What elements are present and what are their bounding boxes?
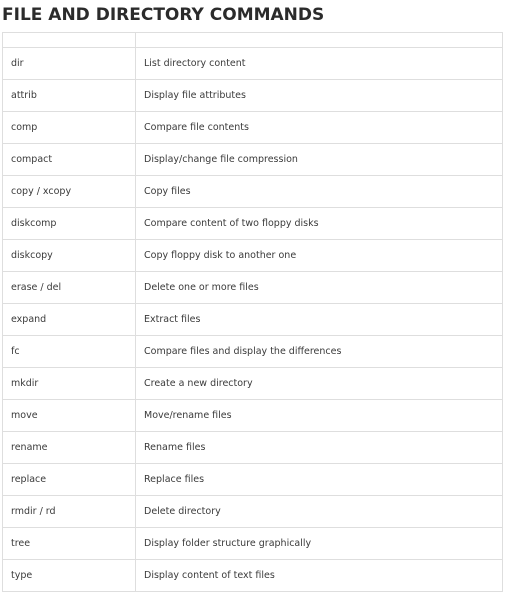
table-row: mkdir Create a new directory [2, 367, 503, 400]
table-row: rename Rename files [2, 431, 503, 464]
command-cell: erase / del [2, 271, 136, 304]
command-cell: attrib [2, 79, 136, 112]
table-header-row [2, 32, 503, 48]
table-row: erase / del Delete one or more files [2, 271, 503, 304]
table-row: tree Display folder structure graphically [2, 527, 503, 560]
command-cell: mkdir [2, 367, 136, 400]
description-cell: Display content of text files [135, 559, 503, 592]
command-cell: expand [2, 303, 136, 336]
description-cell: Delete one or more files [135, 271, 503, 304]
description-cell: Create a new directory [135, 367, 503, 400]
command-cell: replace [2, 463, 136, 496]
table-row: copy / xcopy Copy files [2, 175, 503, 208]
command-cell: diskcomp [2, 207, 136, 240]
description-cell: Copy files [135, 175, 503, 208]
table-row: expand Extract files [2, 303, 503, 336]
table-row: type Display content of text files [2, 559, 503, 592]
description-cell: Compare content of two floppy disks [135, 207, 503, 240]
description-cell: Copy floppy disk to another one [135, 239, 503, 272]
table-body: dir List directory content attrib Display f… [2, 32, 503, 592]
description-cell: Rename files [135, 431, 503, 464]
command-cell: type [2, 559, 136, 592]
description-cell: Replace files [135, 463, 503, 496]
description-cell: Display file attributes [135, 79, 503, 112]
command-cell: rmdir / rd [2, 495, 136, 528]
description-cell: Display folder structure graphically [135, 527, 503, 560]
page: FILE AND DIRECTORY COMMANDS dir List dire… [0, 0, 508, 599]
table-row: comp Compare file contents [2, 111, 503, 144]
description-cell: Compare files and display the difference… [135, 335, 503, 368]
description-cell: Move/rename files [135, 399, 503, 432]
table-row: fc Compare files and display the differen… [2, 335, 503, 368]
description-cell: Delete directory [135, 495, 503, 528]
command-cell: diskcopy [2, 239, 136, 272]
description-cell: List directory content [135, 47, 503, 80]
table-row: attrib Display file attributes [2, 79, 503, 112]
table-row: diskcopy Copy floppy disk to another one [2, 239, 503, 272]
command-cell: copy / xcopy [2, 175, 136, 208]
description-cell: Display/change file compression [135, 143, 503, 176]
table-row: rmdir / rd Delete directory [2, 495, 503, 528]
page-title: FILE AND DIRECTORY COMMANDS [2, 5, 325, 25]
command-cell: comp [2, 111, 136, 144]
description-cell: Extract files [135, 303, 503, 336]
commands-table: dir List directory content attrib Display f… [2, 32, 503, 592]
command-cell: move [2, 399, 136, 432]
command-cell: tree [2, 527, 136, 560]
header-cell-command [2, 32, 136, 48]
table-row: diskcomp Compare content of two floppy di… [2, 207, 503, 240]
command-cell: fc [2, 335, 136, 368]
command-cell: compact [2, 143, 136, 176]
description-cell: Compare file contents [135, 111, 503, 144]
command-cell: dir [2, 47, 136, 80]
header-cell-description [135, 32, 503, 48]
table-row: move Move/rename files [2, 399, 503, 432]
table-row: compact Display/change file compression [2, 143, 503, 176]
command-cell: rename [2, 431, 136, 464]
table-row: replace Replace files [2, 463, 503, 496]
table-row: dir List directory content [2, 47, 503, 80]
